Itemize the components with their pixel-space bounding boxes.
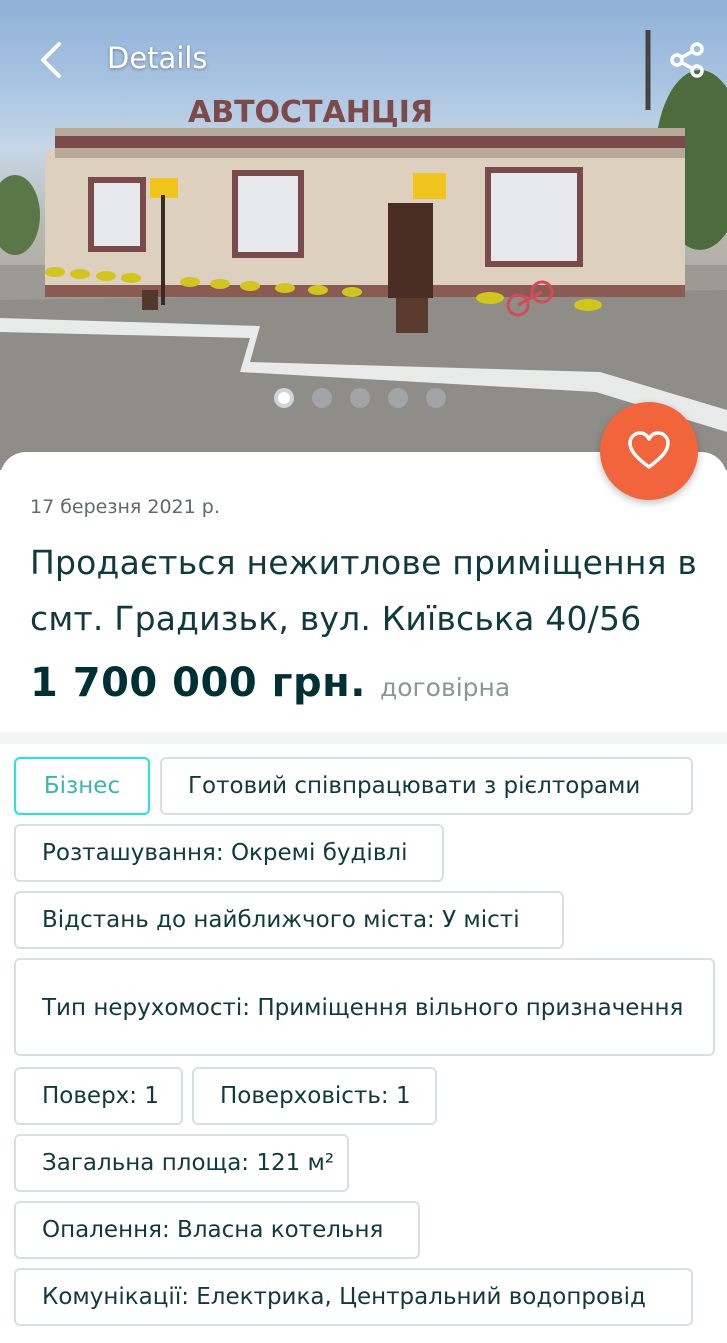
top-bar: Details xyxy=(0,28,727,92)
tag-item: Поверх: 1 xyxy=(14,1067,183,1125)
price-note: договірна xyxy=(379,673,511,702)
tag-item: Поверховість: 1 xyxy=(192,1067,437,1125)
price-row: 1 700 000 грн. договірна xyxy=(30,660,510,706)
tag-item: Відстань до найближчого міста: У місті xyxy=(14,891,564,949)
share-button[interactable] xyxy=(665,36,709,84)
favorite-button[interactable] xyxy=(600,402,698,500)
listing-date: 17 березня 2021 р. xyxy=(30,496,220,518)
chevron-left-icon xyxy=(41,42,61,78)
tag-item: Загальна площа: 121 м² xyxy=(14,1134,349,1192)
listing-price: 1 700 000 грн. xyxy=(30,660,366,706)
tag-category[interactable]: Бізнес xyxy=(14,757,150,815)
tag-item: Тип нерухомості: Приміщення вільного при… xyxy=(14,958,715,1056)
back-button[interactable] xyxy=(30,36,74,84)
page-title: Details xyxy=(107,41,208,75)
pagination-dot[interactable] xyxy=(426,388,446,408)
tag-item: Опалення: Власна котельня xyxy=(14,1201,420,1259)
pagination-dot[interactable] xyxy=(350,388,370,408)
pagination-dot[interactable] xyxy=(312,388,332,408)
heart-icon xyxy=(628,431,670,469)
pagination-dot[interactable] xyxy=(274,388,294,408)
tag-item: Готовий співпрацювати з рієлторами xyxy=(160,757,693,815)
share-icon xyxy=(670,42,704,78)
tag-item: Розташування: Окремі будівлі xyxy=(14,824,444,882)
photo-gallery[interactable]: АВТОСТАНЦІЯ Details xyxy=(0,0,727,470)
station-sign: АВТОСТАНЦІЯ xyxy=(188,95,433,130)
tag-item: Комунікації: Електрика, Центральний водо… xyxy=(14,1268,693,1326)
listing-title: Продається нежитлове приміщення в смт. Г… xyxy=(30,543,698,638)
section-divider xyxy=(0,732,727,744)
pagination-dot[interactable] xyxy=(388,388,408,408)
gallery-pagination xyxy=(274,388,446,408)
